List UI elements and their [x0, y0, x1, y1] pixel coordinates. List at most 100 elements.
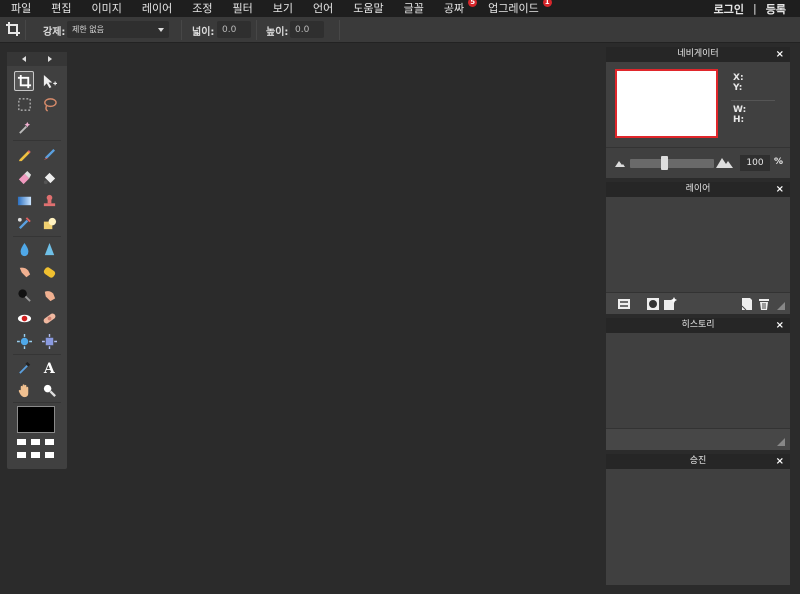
tool-options-bar: 강제: 제한 없음 넓이: 높이:: [0, 17, 800, 43]
magnifier-icon: [43, 384, 56, 397]
bloat-icon: [16, 333, 32, 349]
paint-bucket-tool[interactable]: [39, 167, 59, 187]
width-input[interactable]: [217, 21, 251, 38]
menu-edit[interactable]: 편집: [41, 0, 81, 17]
menu-image[interactable]: 이미지: [82, 0, 132, 17]
view-grid-icon[interactable]: [17, 439, 55, 461]
promotion-close-icon[interactable]: ×: [776, 454, 784, 469]
layers-list[interactable]: [606, 197, 790, 292]
hand-tool[interactable]: [14, 380, 34, 400]
login-link[interactable]: 로그인: [714, 1, 744, 17]
zoom-slider-handle[interactable]: [660, 156, 668, 170]
menu-adjust[interactable]: 조정: [182, 0, 222, 17]
account-separator: |: [753, 2, 757, 15]
menu-language[interactable]: 언어: [303, 0, 343, 17]
constraint-value: 제한 없음: [72, 25, 104, 34]
gradient-tool[interactable]: [14, 190, 34, 210]
sharpen-tool[interactable]: [39, 239, 59, 259]
sponge-icon: [43, 266, 55, 278]
constraint-select[interactable]: 제한 없음: [67, 21, 169, 38]
menu-fonts[interactable]: 글꼴: [394, 0, 434, 17]
bloat-tool[interactable]: [14, 331, 34, 351]
resize-grip-icon[interactable]: [777, 438, 785, 446]
smudge-tool[interactable]: [14, 262, 34, 282]
red-eye-tool[interactable]: [14, 308, 34, 328]
layers-panel: 레이어 ×: [606, 182, 790, 314]
layer-settings-icon[interactable]: [617, 297, 631, 311]
tools-panel-header[interactable]: [7, 52, 67, 66]
menu-upgrade[interactable]: 업그레이드 1: [478, 0, 553, 17]
magic-wand-tool[interactable]: [14, 117, 34, 137]
layers-close-icon[interactable]: ×: [776, 182, 784, 197]
sponge-tool[interactable]: [39, 262, 59, 282]
layers-toolbar: [606, 292, 790, 314]
zoom-tool[interactable]: [39, 380, 59, 400]
navigator-close-icon[interactable]: ×: [776, 47, 784, 62]
resize-grip-icon[interactable]: [777, 302, 785, 310]
layer-styles-icon[interactable]: [663, 297, 677, 311]
options-divider: [25, 20, 26, 40]
menu-file[interactable]: 파일: [0, 0, 41, 17]
layer-mask-icon[interactable]: [646, 297, 660, 311]
menu-view-label: 보기: [272, 2, 293, 15]
options-divider: [339, 20, 340, 40]
dodge-hand-icon: [44, 290, 55, 301]
navigator-x-label: X:: [733, 73, 744, 83]
history-close-icon[interactable]: ×: [776, 318, 784, 333]
color-picker-tool[interactable]: [14, 357, 34, 377]
tools-divider: [13, 236, 61, 237]
stamp-tool[interactable]: [39, 190, 59, 210]
register-link[interactable]: 등록: [766, 1, 786, 17]
menu-file-label: 파일: [11, 2, 32, 15]
eraser-icon: [18, 170, 31, 184]
history-list[interactable]: [606, 333, 790, 428]
type-tool[interactable]: A: [39, 357, 59, 377]
drawing-tool[interactable]: [39, 213, 59, 233]
pencil-tool[interactable]: [14, 144, 34, 164]
move-arrow-icon: [43, 74, 57, 88]
menu-upgrade-label: 업그레이드: [488, 2, 539, 15]
menu-layer-label: 레이어: [141, 2, 173, 15]
color-replace-tool[interactable]: [14, 213, 34, 233]
zoom-value: 100: [746, 158, 764, 168]
new-layer-icon[interactable]: [740, 297, 754, 311]
pinch-icon: [41, 333, 57, 349]
navigator-zoom-bar: 100 %: [606, 147, 790, 176]
dodge-tool[interactable]: [39, 285, 59, 305]
move-tool[interactable]: [39, 71, 59, 91]
menu-filter[interactable]: 필터: [223, 0, 263, 17]
navigator-divider: [731, 100, 775, 101]
trash-icon[interactable]: [757, 297, 771, 311]
promotion-header[interactable]: 승진 ×: [606, 454, 790, 469]
arrow-left-icon[interactable]: [22, 56, 26, 62]
menu-view[interactable]: 보기: [263, 0, 303, 17]
zoom-out-mountain-icon[interactable]: [615, 159, 625, 167]
navigator-header[interactable]: 네비게이터 ×: [606, 47, 790, 62]
pinch-tool[interactable]: [39, 331, 59, 351]
lasso-tool[interactable]: [39, 94, 59, 114]
history-header[interactable]: 히스토리 ×: [606, 318, 790, 333]
brush-tool[interactable]: [39, 144, 59, 164]
navigator-h-label: H:: [733, 115, 745, 125]
spot-heal-tool[interactable]: [39, 308, 59, 328]
eraser-tool[interactable]: [14, 167, 34, 187]
menu-help[interactable]: 도움말: [343, 0, 393, 17]
menu-help-label: 도움말: [353, 2, 384, 15]
navigator-preview[interactable]: [615, 69, 718, 138]
menu-free[interactable]: 공짜 5: [434, 0, 478, 17]
arrow-right-icon[interactable]: [48, 56, 52, 62]
blur-tool[interactable]: [14, 239, 34, 259]
layers-header[interactable]: 레이어 ×: [606, 182, 790, 197]
zoom-input[interactable]: 100: [740, 155, 770, 171]
burn-tool[interactable]: [14, 285, 34, 305]
height-input[interactable]: [290, 21, 324, 38]
burn-icon: [17, 288, 31, 302]
crop-tool[interactable]: [14, 71, 34, 91]
foreground-color-swatch[interactable]: [17, 406, 55, 433]
zoom-in-mountain-icon[interactable]: [716, 156, 733, 168]
account-links: 로그인 | 등록: [714, 0, 786, 17]
marquee-tool[interactable]: [14, 94, 34, 114]
menu-layer[interactable]: 레이어: [132, 0, 182, 17]
svg-text:A: A: [42, 361, 55, 375]
zoom-slider[interactable]: [630, 159, 714, 168]
